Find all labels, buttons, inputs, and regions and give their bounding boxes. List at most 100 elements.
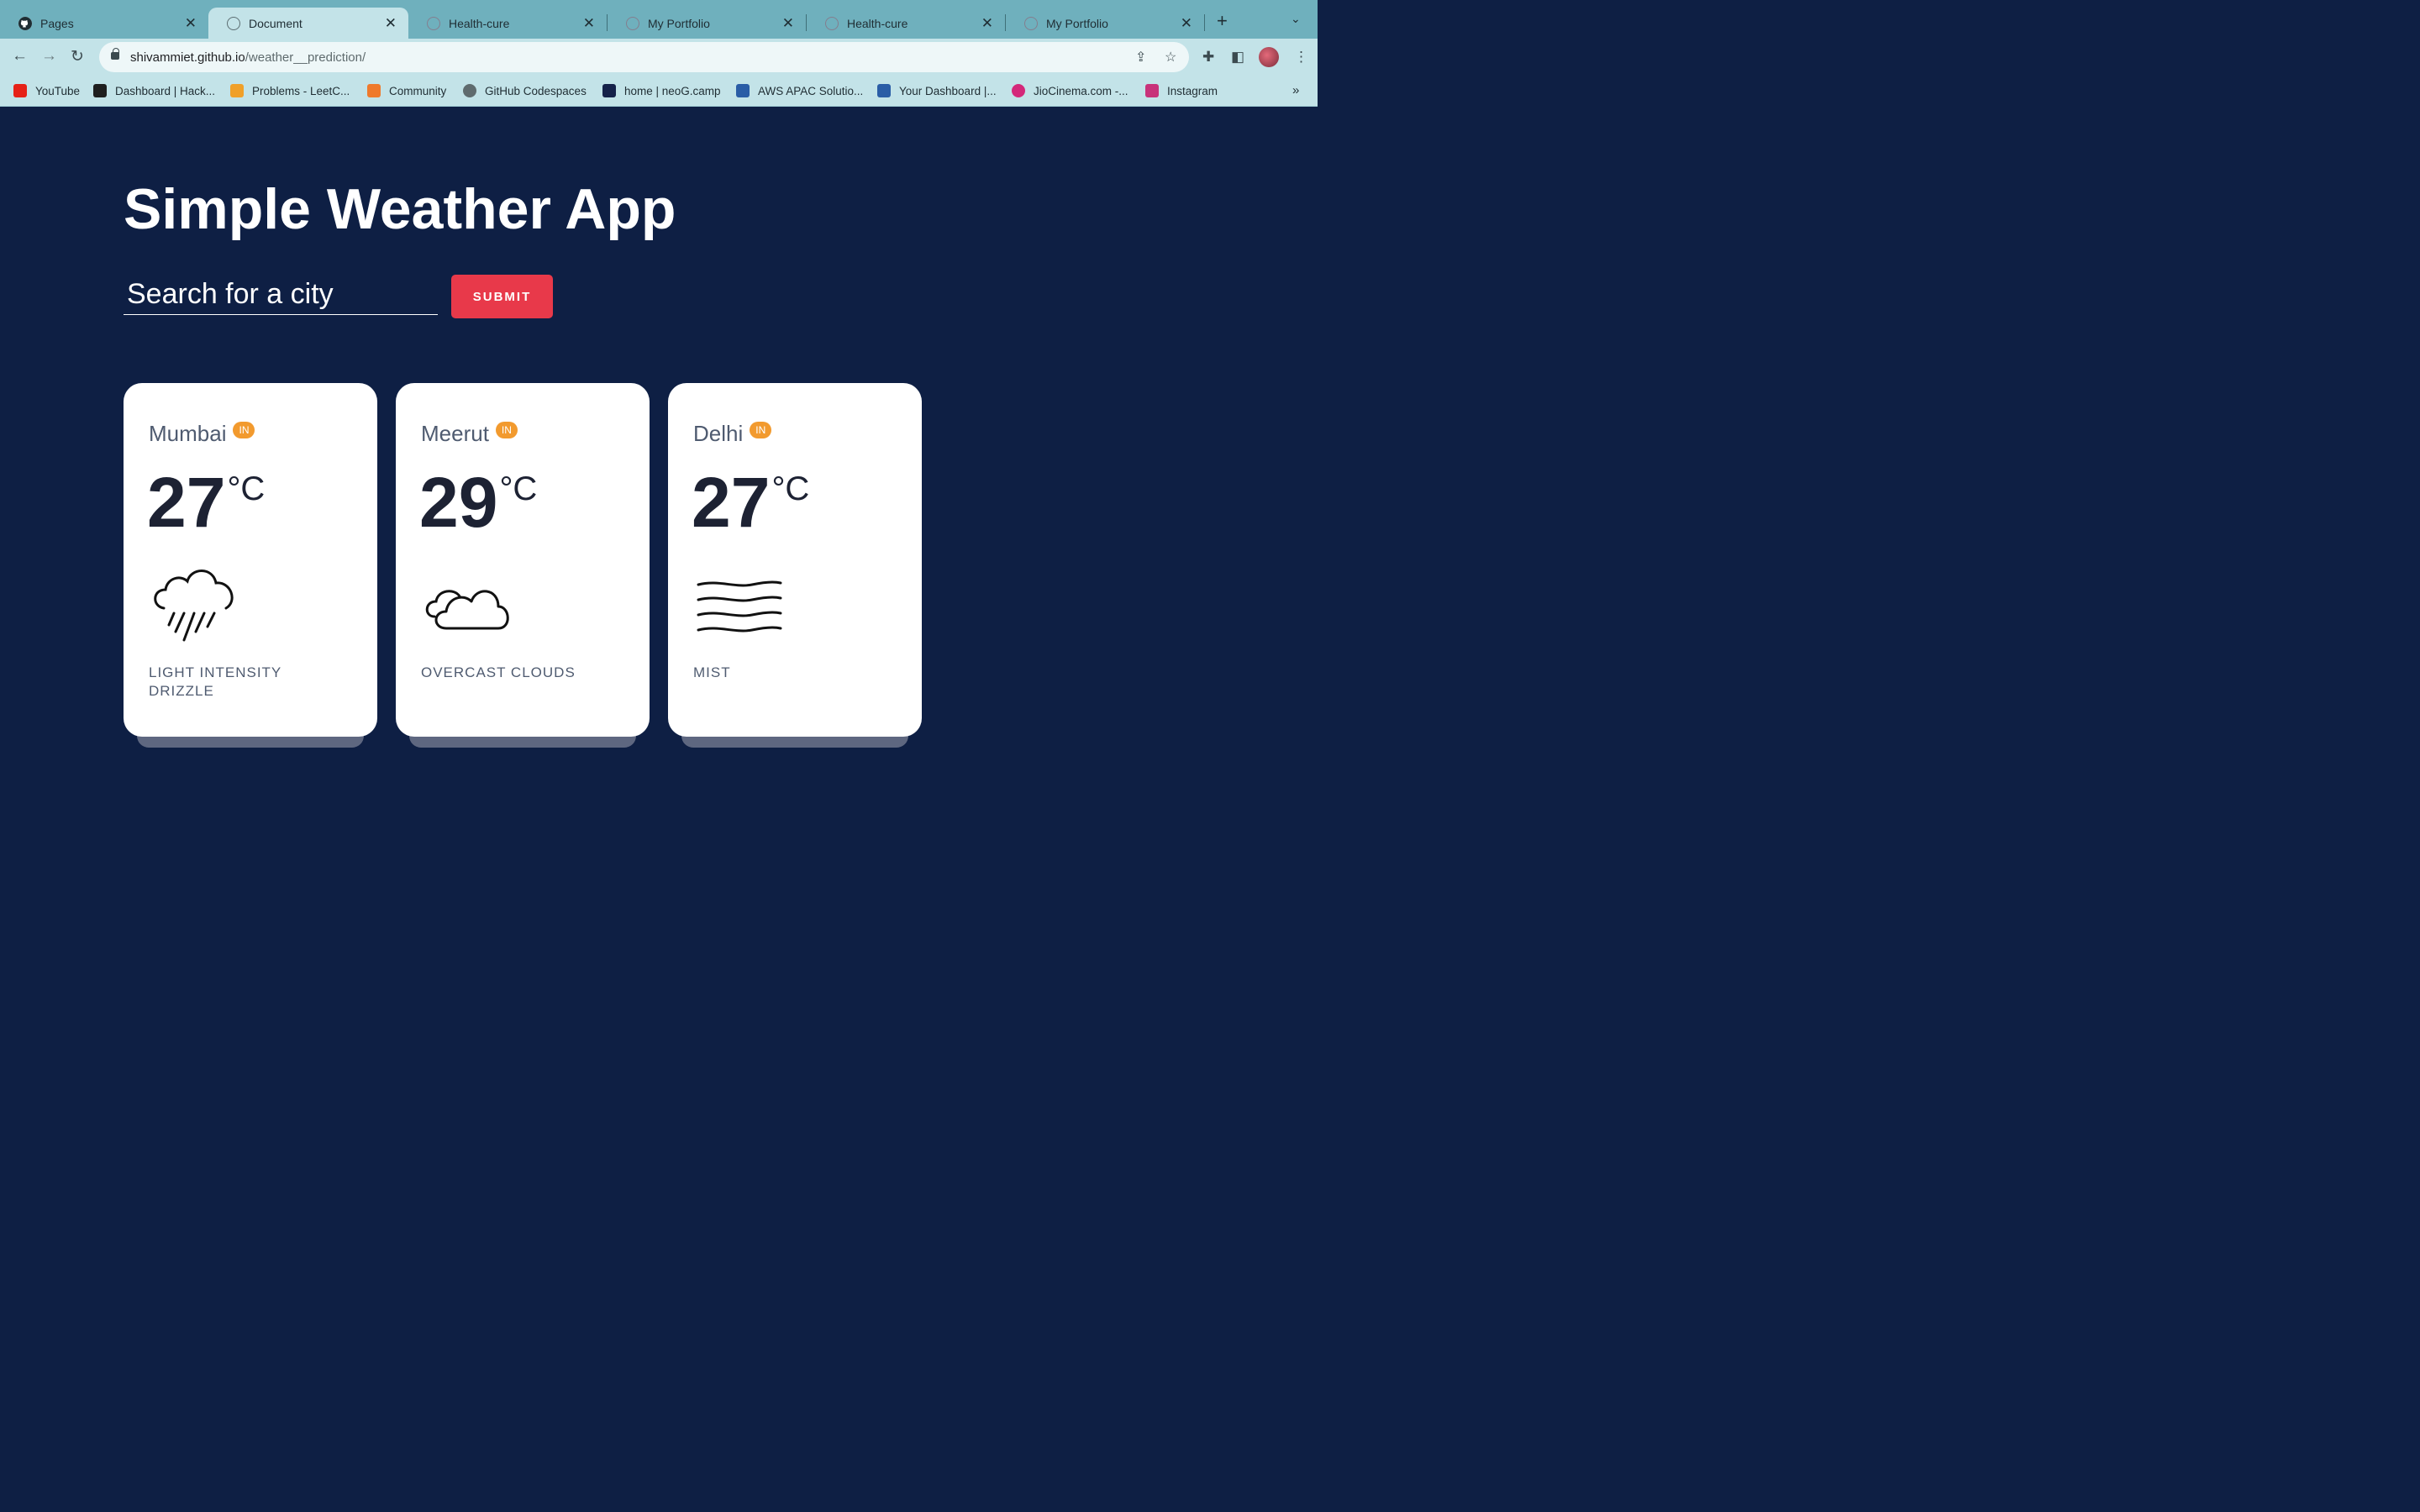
browser-tab[interactable]: Health-cure ✕ bbox=[408, 8, 607, 39]
weather-description: LIGHT INTENSITY DRIZZLE bbox=[149, 664, 281, 700]
tab-title: My Portfolio bbox=[648, 16, 710, 30]
tab-separator bbox=[1204, 14, 1205, 31]
close-tab-icon[interactable]: ✕ bbox=[1181, 15, 1192, 32]
more-bookmarks-chevron-icon[interactable]: » bbox=[1292, 83, 1299, 97]
browser-tab[interactable]: Pages ✕ bbox=[0, 8, 208, 39]
city-header: Meerut IN bbox=[421, 421, 518, 447]
temperature-unit: °C bbox=[771, 470, 810, 507]
aws-icon bbox=[736, 84, 750, 97]
youtube-icon bbox=[13, 84, 27, 97]
loading-icon bbox=[626, 16, 639, 30]
back-arrow-icon[interactable]: ← bbox=[12, 47, 28, 66]
bookmark-item[interactable]: AWS APAC Solutio... bbox=[736, 84, 863, 97]
bookmark-label: YouTube bbox=[35, 84, 81, 97]
globe-icon bbox=[227, 16, 240, 30]
temperature-value: 27 bbox=[147, 463, 226, 542]
instagram-icon bbox=[1145, 84, 1159, 97]
share-icon[interactable]: ⇪ bbox=[1135, 49, 1146, 66]
reload-icon[interactable]: ↻ bbox=[71, 47, 84, 66]
kebab-menu-icon[interactable]: ⋮ bbox=[1294, 49, 1308, 66]
loading-icon bbox=[1024, 16, 1038, 30]
city-weather-card: Delhi IN 27 °C MIST bbox=[668, 383, 922, 737]
close-tab-icon[interactable]: ✕ bbox=[981, 15, 993, 32]
bookmark-item[interactable]: Your Dashboard |... bbox=[877, 84, 997, 97]
bookmark-item[interactable]: Community bbox=[367, 84, 446, 97]
tab-title: Pages bbox=[40, 16, 74, 30]
bookmark-label: Problems - LeetC... bbox=[252, 84, 350, 97]
browser-tab[interactable]: My Portfolio ✕ bbox=[608, 8, 806, 39]
bookmark-item[interactable]: home | neoG.camp bbox=[602, 84, 721, 97]
address-bar[interactable]: shivammiet.github.io/weather__prediction… bbox=[99, 42, 1189, 72]
bookmark-item[interactable]: JioCinema.com -... bbox=[1012, 84, 1128, 97]
city-name: Mumbai bbox=[149, 421, 227, 446]
close-tab-icon[interactable]: ✕ bbox=[782, 15, 794, 32]
weather-description: OVERCAST CLOUDS bbox=[421, 664, 576, 680]
bookmarks-bar: YouTube Dashboard | Hack... Problems - L… bbox=[0, 76, 1318, 107]
new-tab-plus-icon[interactable]: + bbox=[1217, 10, 1228, 32]
profile-avatar[interactable] bbox=[1259, 47, 1279, 67]
bookmark-item[interactable]: YouTube bbox=[13, 84, 80, 97]
tab-title: Health-cure bbox=[449, 16, 510, 30]
close-tab-icon[interactable]: ✕ bbox=[583, 15, 595, 32]
close-tab-icon[interactable]: ✕ bbox=[385, 15, 397, 32]
tab-search-chevron-icon[interactable]: ⌄ bbox=[1291, 12, 1301, 26]
bookmark-item[interactable]: Dashboard | Hack... bbox=[93, 84, 215, 97]
loading-icon bbox=[825, 16, 839, 30]
clouds-icon bbox=[425, 590, 509, 630]
country-badge: IN bbox=[233, 422, 255, 438]
temperature-unit: °C bbox=[499, 470, 538, 507]
browser-toolbar: ← → ↻ shivammiet.github.io/weather__pred… bbox=[0, 39, 1318, 76]
weather-description: MIST bbox=[693, 664, 731, 680]
lock-icon[interactable] bbox=[111, 48, 119, 60]
bookmark-label: Community bbox=[389, 84, 447, 97]
browser-tab[interactable]: My Portfolio ✕ bbox=[1006, 8, 1204, 39]
tab-title: Document bbox=[249, 16, 302, 30]
rain-cloud-icon bbox=[154, 570, 234, 642]
extensions-puzzle-icon[interactable]: ✚ bbox=[1202, 49, 1214, 66]
tab-title: Health-cure bbox=[847, 16, 908, 30]
page-title: Simple Weather App bbox=[124, 177, 676, 241]
bookmark-item[interactable]: Instagram bbox=[1145, 84, 1218, 97]
temperature-value: 27 bbox=[692, 463, 771, 542]
city-header: Delhi IN bbox=[693, 421, 772, 447]
browser-tab[interactable]: Health-cure ✕ bbox=[807, 8, 1005, 39]
url-path: /weather__prediction/ bbox=[245, 50, 366, 65]
url-host: shivammiet.github.io bbox=[130, 50, 245, 65]
city-weather-card: Meerut IN 29 °C OVERCAST CLOUDS bbox=[396, 383, 650, 737]
bookmark-star-icon[interactable]: ☆ bbox=[1165, 49, 1176, 66]
github-icon bbox=[18, 16, 32, 30]
city-name: Meerut bbox=[421, 421, 489, 446]
mist-icon bbox=[697, 580, 782, 633]
close-tab-icon[interactable]: ✕ bbox=[185, 15, 197, 32]
bookmark-label: AWS APAC Solutio... bbox=[758, 84, 864, 97]
city-name: Delhi bbox=[693, 421, 744, 446]
forward-arrow-icon[interactable]: → bbox=[41, 47, 57, 66]
submit-button[interactable]: SUBMIT bbox=[451, 275, 553, 318]
city-header: Mumbai IN bbox=[149, 421, 255, 447]
hackerrank-icon bbox=[93, 84, 107, 97]
temperature-unit: °C bbox=[227, 470, 266, 507]
side-panel-icon[interactable]: ◧ bbox=[1231, 49, 1244, 66]
browser-tab-active[interactable]: Document ✕ bbox=[208, 8, 408, 39]
loading-icon bbox=[427, 16, 440, 30]
community-icon bbox=[367, 84, 381, 97]
bookmark-item[interactable]: GitHub Codespaces bbox=[463, 84, 587, 97]
temperature: 27 °C bbox=[692, 467, 809, 538]
bookmark-label: home | neoG.camp bbox=[624, 84, 721, 97]
bookmark-label: GitHub Codespaces bbox=[485, 84, 587, 97]
github-icon bbox=[463, 84, 476, 97]
bookmark-label: JioCinema.com -... bbox=[1034, 84, 1128, 97]
tab-strip: Pages ✕ Document ✕ Health-cure ✕ My Port… bbox=[0, 0, 1318, 39]
temperature: 29 °C bbox=[419, 467, 537, 538]
neog-icon bbox=[602, 84, 616, 97]
aws-icon bbox=[877, 84, 891, 97]
bookmark-label: Your Dashboard |... bbox=[899, 84, 997, 97]
temperature-value: 29 bbox=[419, 463, 498, 542]
country-badge: IN bbox=[495, 422, 518, 438]
city-search-input[interactable] bbox=[124, 274, 438, 315]
bookmark-label: Instagram bbox=[1167, 84, 1218, 97]
bookmark-label: Dashboard | Hack... bbox=[115, 84, 216, 97]
temperature: 27 °C bbox=[147, 467, 265, 538]
bookmark-item[interactable]: Problems - LeetC... bbox=[230, 84, 350, 97]
leetcode-icon bbox=[230, 84, 244, 97]
